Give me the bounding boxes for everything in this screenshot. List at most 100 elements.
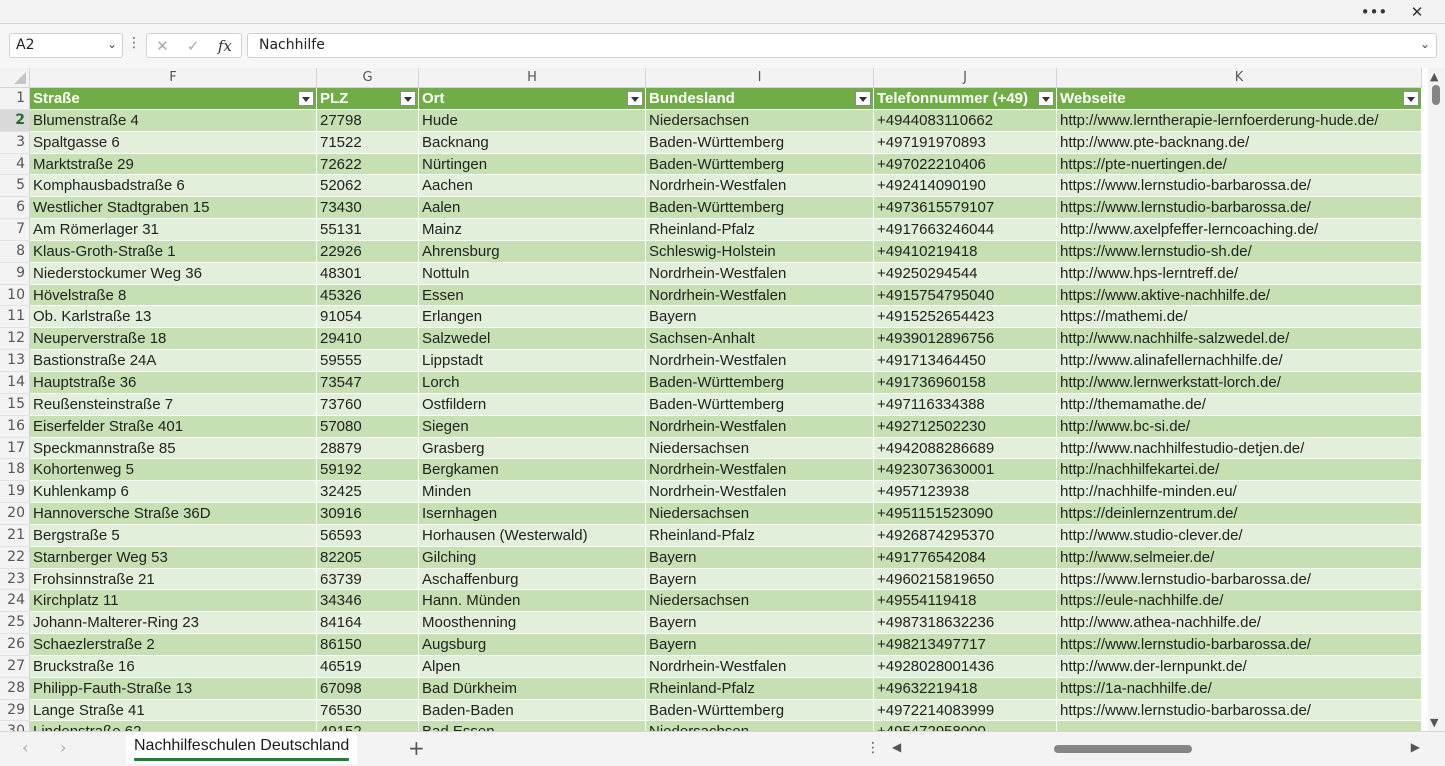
table-cell[interactable]: Bad Dürkheim: [419, 677, 646, 700]
table-cell[interactable]: Baden-Württemberg: [646, 393, 874, 416]
table-cell[interactable]: Hannoversche Straße 36D: [30, 503, 317, 525]
insert-function-icon[interactable]: fx: [218, 37, 232, 55]
close-icon[interactable]: ✕: [1399, 0, 1435, 24]
table-cell[interactable]: 86150: [317, 634, 419, 656]
table-cell[interactable]: +4942088286689: [874, 437, 1057, 460]
table-cell[interactable]: +4972214083999: [874, 699, 1057, 722]
table-cell[interactable]: Baden-Württemberg: [646, 131, 874, 154]
table-cell[interactable]: Reußensteinstraße 7: [30, 393, 317, 416]
table-cell[interactable]: +49547295800​0: [874, 721, 1057, 731]
table-cell[interactable]: http://nachhilfe-minden.eu/: [1057, 481, 1422, 504]
row-number[interactable]: 13: [0, 350, 30, 372]
table-cell[interactable]: Bayern: [646, 568, 874, 591]
row-number[interactable]: 7: [0, 219, 30, 241]
table-cell[interactable]: +4915754795040: [874, 284, 1057, 307]
table-cell[interactable]: Bayern: [646, 612, 874, 635]
table-cell[interactable]: 45326: [317, 284, 419, 307]
table-cell[interactable]: Niedersachsen: [646, 590, 874, 613]
table-cell[interactable]: 30916: [317, 503, 419, 525]
table-cell[interactable]: +492414090190: [874, 175, 1057, 198]
table-cell[interactable]: https://www.lernstudio-barbarossa.de/: [1057, 699, 1422, 722]
filter-dropdown-icon[interactable]: [1038, 91, 1054, 106]
sheet-tab-active[interactable]: Nachhilfeschulen Deutschland: [126, 732, 358, 764]
table-cell[interactable]: +49632219418: [874, 677, 1057, 700]
column-header-f[interactable]: F: [30, 68, 317, 88]
table-cell[interactable]: Alpen: [419, 655, 646, 678]
row-number[interactable]: 30: [0, 721, 30, 731]
table-cell[interactable]: Horhausen (Westerwald): [419, 524, 646, 547]
table-cell[interactable]: Rheinland-Pfalz: [646, 677, 874, 700]
filter-dropdown-icon[interactable]: [298, 91, 314, 106]
table-cell[interactable]: +492687429537​0: [874, 524, 1057, 547]
table-cell[interactable]: +491776542084: [874, 546, 1057, 569]
table-cell[interactable]: +491713464450: [874, 350, 1057, 372]
table-cell[interactable]: Hann. Münden: [419, 590, 646, 613]
row-number[interactable]: 29: [0, 699, 30, 722]
table-cell[interactable]: Bastionstraße 24A: [30, 350, 317, 372]
table-cell[interactable]: [1057, 721, 1422, 731]
table-cell[interactable]: 73430: [317, 197, 419, 220]
table-cell[interactable]: http://www.lernwerkstatt-lorch.de/: [1057, 371, 1422, 394]
table-cell[interactable]: Komphausbadstraße 6: [30, 175, 317, 198]
table-cell[interactable]: http://www.hps-lerntreff.de/: [1057, 262, 1422, 285]
header-cell[interactable]: PLZ: [317, 88, 419, 110]
header-cell[interactable]: Webseite: [1057, 88, 1422, 110]
table-cell[interactable]: Mainz: [419, 219, 646, 241]
table-cell[interactable]: Nordrhein-Westfalen: [646, 459, 874, 482]
table-cell[interactable]: 76530: [317, 699, 419, 722]
row-number[interactable]: 11: [0, 306, 30, 329]
table-cell[interactable]: http://www.der-lernpunkt.de/: [1057, 655, 1422, 678]
table-cell[interactable]: Eiserfelder Straße 401: [30, 415, 317, 438]
table-cell[interactable]: http://www.nachhilfe-salzwedel.de/: [1057, 328, 1422, 351]
column-header-j[interactable]: J: [874, 68, 1057, 88]
table-cell[interactable]: Nordrhein-Westfalen: [646, 175, 874, 198]
table-cell[interactable]: 55131: [317, 219, 419, 241]
table-cell[interactable]: Marktstraße 29: [30, 153, 317, 176]
row-number[interactable]: 1: [0, 88, 30, 110]
table-cell[interactable]: +4917663246044: [874, 219, 1057, 241]
table-cell[interactable]: Isernhagen: [419, 503, 646, 525]
table-cell[interactable]: +4915252654423: [874, 306, 1057, 329]
table-cell[interactable]: 34346: [317, 590, 419, 613]
table-cell[interactable]: Bruckstraße 16: [30, 655, 317, 678]
table-cell[interactable]: Lange Straße 41: [30, 699, 317, 722]
filter-dropdown-icon[interactable]: [855, 91, 871, 106]
table-cell[interactable]: Ahrensburg: [419, 240, 646, 263]
table-cell[interactable]: Nordrhein-Westfalen: [646, 284, 874, 307]
table-cell[interactable]: +4987318632236: [874, 612, 1057, 635]
table-cell[interactable]: Nordrhein-Westfalen: [646, 415, 874, 438]
sheet-bar-options-icon[interactable]: ⋮: [866, 740, 880, 756]
table-cell[interactable]: https://deinlernzentrum.de/: [1057, 503, 1422, 525]
table-cell[interactable]: 72622: [317, 153, 419, 176]
table-cell[interactable]: http://www.axelpfeffer-lerncoaching.de/: [1057, 219, 1422, 241]
table-cell[interactable]: Schleswig-Holstein: [646, 240, 874, 263]
row-number[interactable]: 16: [0, 415, 30, 438]
expand-formula-icon[interactable]: ⌄: [1420, 37, 1430, 51]
table-cell[interactable]: Niedersachsen: [646, 721, 874, 731]
scroll-down-icon[interactable]: ▼: [1430, 716, 1438, 729]
table-cell[interactable]: Bayern: [646, 546, 874, 569]
table-cell[interactable]: Niedersachsen: [646, 109, 874, 132]
table-cell[interactable]: https://eule-nachhilfe.de/: [1057, 590, 1422, 613]
table-cell[interactable]: +49250294544: [874, 262, 1057, 285]
table-cell[interactable]: Spaltgasse 6: [30, 131, 317, 154]
header-cell[interactable]: Straße: [30, 88, 317, 110]
table-cell[interactable]: 71522: [317, 131, 419, 154]
row-number[interactable]: 21: [0, 524, 30, 547]
scroll-left-icon[interactable]: ◀: [892, 740, 901, 754]
table-cell[interactable]: +49410219418: [874, 240, 1057, 263]
table-cell[interactable]: +4923073630001: [874, 459, 1057, 482]
table-cell[interactable]: 57080: [317, 415, 419, 438]
table-cell[interactable]: +4928028001436: [874, 655, 1057, 678]
table-cell[interactable]: http://www.alinafellernachhilfe.de/: [1057, 350, 1422, 372]
row-number[interactable]: 24: [0, 590, 30, 613]
table-cell[interactable]: Ob. Karlstraße 13: [30, 306, 317, 329]
table-cell[interactable]: Ostfildern: [419, 393, 646, 416]
scroll-right-icon[interactable]: ▶: [1411, 740, 1420, 754]
table-cell[interactable]: Baden-Württemberg: [646, 197, 874, 220]
table-cell[interactable]: 73760: [317, 393, 419, 416]
table-cell[interactable]: 49152: [317, 721, 419, 731]
table-cell[interactable]: Nürtingen: [419, 153, 646, 176]
table-cell[interactable]: +4944083110662: [874, 109, 1057, 132]
table-cell[interactable]: +491736960158: [874, 371, 1057, 394]
